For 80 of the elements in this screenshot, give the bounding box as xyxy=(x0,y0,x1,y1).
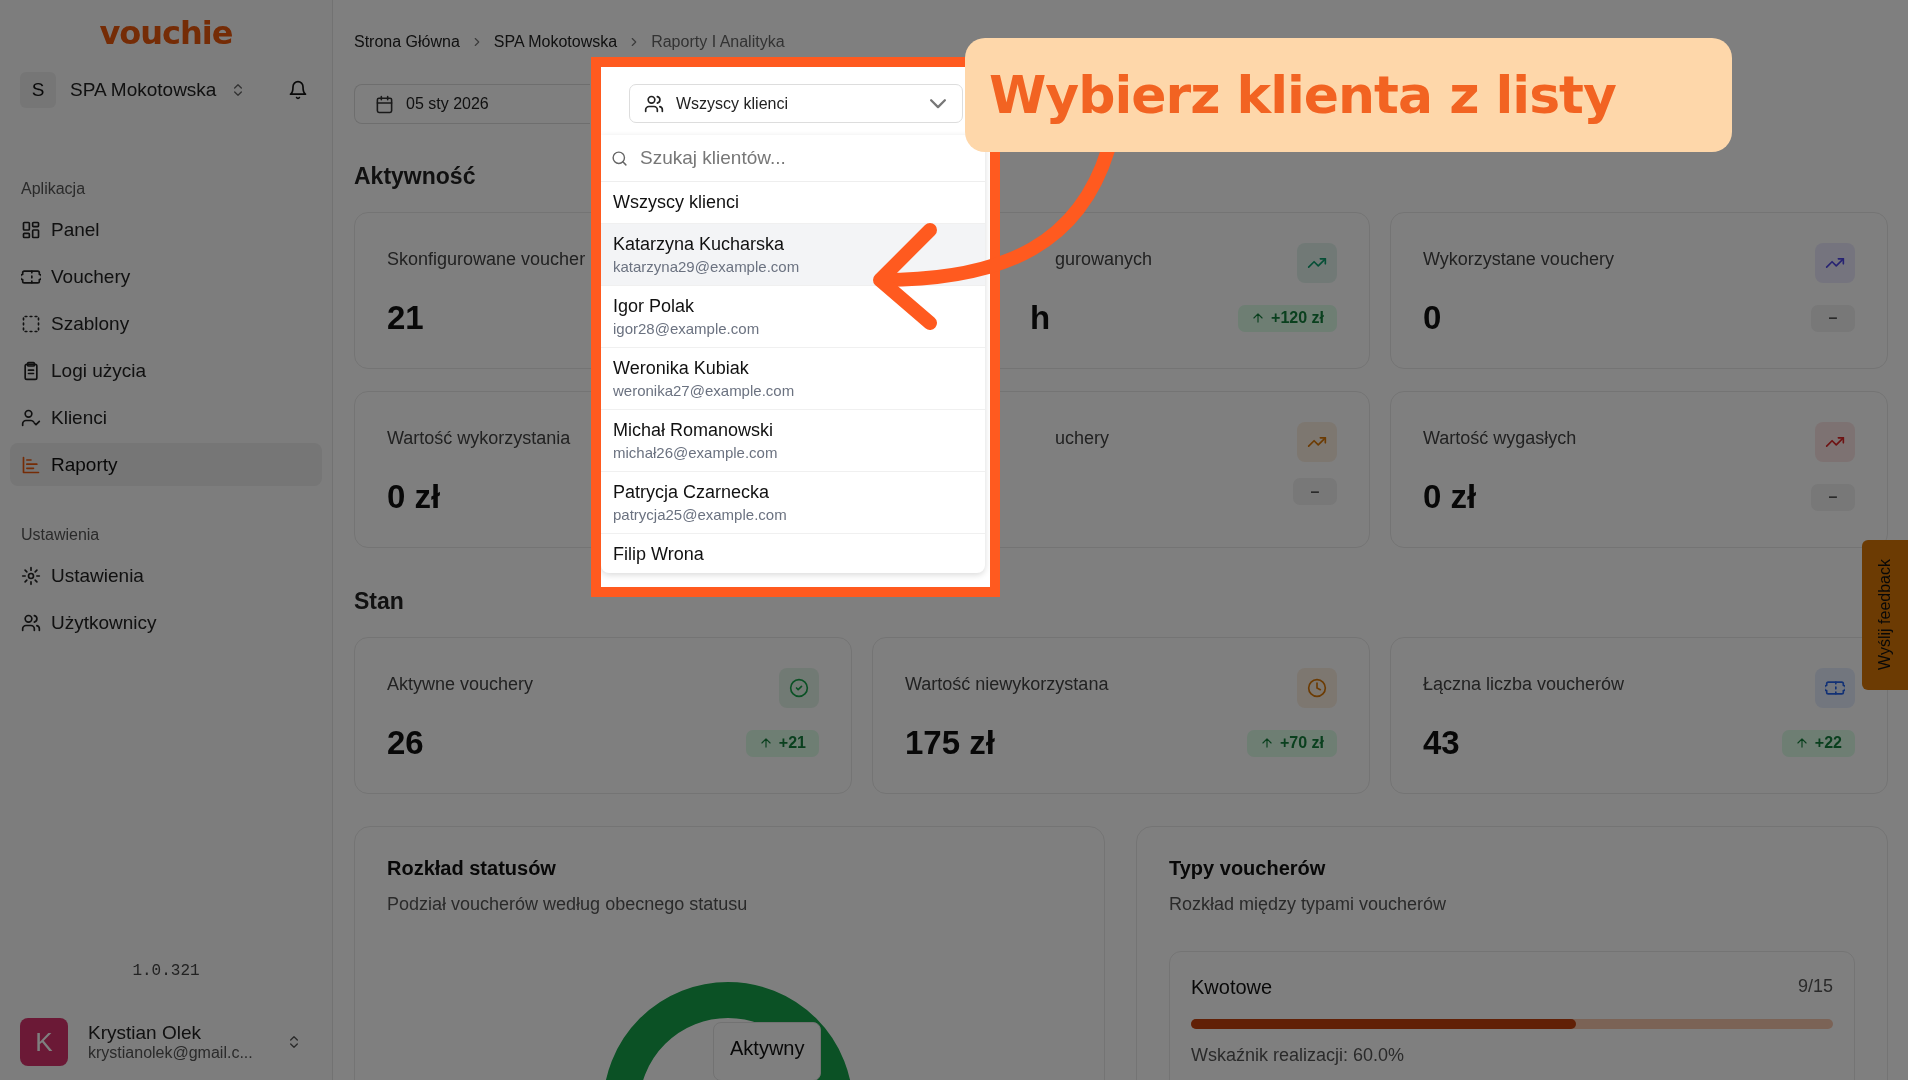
section-heading: Stan xyxy=(354,588,404,615)
sidebar-section-title: Aplikacja xyxy=(21,180,87,198)
card-value: 21 xyxy=(387,299,424,337)
client-option[interactable]: Igor Polak igor28@example.com xyxy=(601,286,985,348)
sidebar-item[interactable]: Użytkownicy xyxy=(10,601,322,644)
ticket-icon xyxy=(1825,678,1845,698)
card-title: Wartość wykorzystania xyxy=(387,428,571,449)
card-value: 0 zł xyxy=(387,478,441,516)
card-title: gurowanych xyxy=(1055,249,1153,270)
arrow-up-icon xyxy=(1259,736,1274,750)
client-option[interactable]: Michał Romanowski michał26@example.com xyxy=(601,410,985,472)
card-value: 0 xyxy=(1423,299,1442,337)
change-badge: – xyxy=(1811,304,1855,332)
card-title: Wykorzystane vouchery xyxy=(1423,249,1614,270)
change-badge: +21 xyxy=(745,729,819,757)
card-value: 175 zł xyxy=(905,724,995,762)
callout-label: Wybierz klienta z listy xyxy=(965,38,1732,152)
clock-icon xyxy=(1307,678,1327,698)
sidebar-item[interactable]: Logi użycia xyxy=(10,349,322,392)
panel-title: Rozkład statusów xyxy=(387,857,557,880)
card-title: Wartość wygasłych xyxy=(1423,428,1577,449)
change-badge: +120 zł xyxy=(1238,304,1337,332)
card-value: 43 xyxy=(1423,724,1460,762)
sidebar-item[interactable]: Panel xyxy=(10,208,322,251)
dashboard-icon xyxy=(21,219,41,240)
breadcrumb-link[interactable]: Strona Główna xyxy=(354,33,460,51)
breadcrumb-link[interactable]: SPA Mokotowska xyxy=(493,33,618,51)
version-label: 1.0.321 xyxy=(132,962,200,980)
users-icon xyxy=(21,612,41,633)
change-badge: +70 zł xyxy=(1246,729,1337,757)
arrow-up-icon xyxy=(758,736,773,750)
users-icon xyxy=(644,93,664,114)
panel-subtitle: Podział voucherów według obecnego statusu xyxy=(387,894,749,915)
card-value: 26 xyxy=(387,724,424,762)
change-badge: – xyxy=(1293,478,1337,505)
sidebar-item[interactable]: Ustawienia xyxy=(10,554,322,597)
change-badge: – xyxy=(1811,483,1855,511)
workspace-name[interactable]: SPA Mokotowska xyxy=(70,79,217,101)
sidebar-section-title: Ustawienia xyxy=(21,526,101,544)
card-title: Wartość niewykorzystana xyxy=(905,674,1109,695)
card-title: Łączna liczba voucherów xyxy=(1423,674,1625,695)
user-name: Krystian Olek xyxy=(88,1022,202,1044)
user-email: krystianolek@gmail.c... xyxy=(88,1044,254,1062)
workspace-avatar: S xyxy=(20,72,56,108)
arrow-up-icon xyxy=(1794,736,1809,750)
card-value: 0 zł xyxy=(1423,478,1477,516)
change-badge: +22 xyxy=(1781,729,1855,757)
date-picker[interactable]: 05 sty 2026 xyxy=(354,84,590,124)
panel-subtitle: Rozkład między typami voucherów xyxy=(1169,894,1448,915)
arrow-up-icon xyxy=(1251,311,1266,325)
sidebar-item[interactable]: Raporty xyxy=(10,443,322,486)
check-circle-icon xyxy=(789,678,809,698)
client-select[interactable]: Wszyscy klienci xyxy=(629,84,963,123)
bar-chart-icon xyxy=(21,454,41,475)
search-icon xyxy=(611,149,628,167)
calendar-icon xyxy=(375,94,394,114)
card-value: h xyxy=(1030,299,1051,337)
type-count: 9/15 xyxy=(1797,976,1833,998)
completion-rate: Wskaźnik realizacji: 60.0% xyxy=(1191,1045,1406,1066)
settings-icon xyxy=(21,565,41,586)
card-title: Aktywne vouchery xyxy=(387,674,534,695)
client-option[interactable]: Katarzyna Kucharska katarzyna29@example.com xyxy=(601,224,985,286)
user-avatar: K xyxy=(20,1018,68,1066)
bell-icon[interactable] xyxy=(288,80,308,100)
user-check-icon xyxy=(21,407,41,428)
card-title: uchery xyxy=(1055,428,1110,449)
client-option[interactable]: Filip Wrona xyxy=(601,534,985,573)
type-name: Kwotowe xyxy=(1191,976,1273,999)
app-logo[interactable]: vouchie xyxy=(99,14,233,52)
chevron-down-icon xyxy=(930,98,946,109)
chart-tooltip: Aktywny xyxy=(713,1022,822,1080)
client-option[interactable]: Weronika Kubiak weronika27@example.com xyxy=(601,348,985,410)
sidebar-item[interactable]: Klienci xyxy=(10,396,322,439)
client-option[interactable]: Patrycja Czarnecka patrycja25@example.com xyxy=(601,472,985,534)
section-heading: Aktywność xyxy=(354,163,476,190)
card-title: Skonfigurowane voucher xyxy=(387,249,586,270)
sidebar-item[interactable]: Szablony xyxy=(10,302,322,345)
panel-title: Typy voucherów xyxy=(1169,857,1327,880)
sidebar-item[interactable]: Vouchery xyxy=(10,255,322,298)
clipboard-icon xyxy=(21,360,41,381)
